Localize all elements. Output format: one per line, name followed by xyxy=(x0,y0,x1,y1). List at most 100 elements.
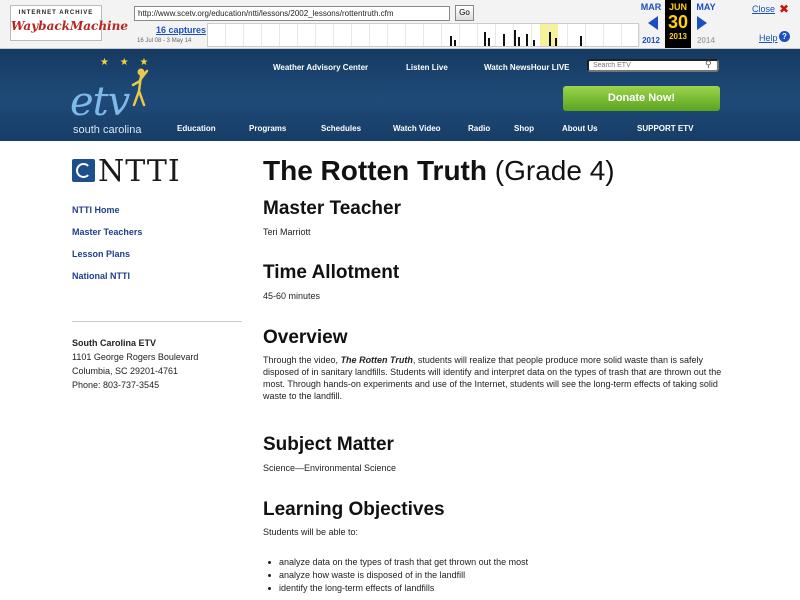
sparkline-column xyxy=(424,24,442,46)
ntti-logo-icon[interactable] xyxy=(72,159,95,182)
next-month: MAY xyxy=(696,2,716,12)
sidebar-link-national-ntti[interactable]: National NTTI xyxy=(72,271,130,281)
etv-logo[interactable]: etv xyxy=(70,79,130,125)
wayback-logo-main: WaybackMachine xyxy=(11,19,128,33)
nav-schedules[interactable]: Schedules xyxy=(321,124,361,133)
sparkline-column xyxy=(496,24,514,46)
sparkline-column xyxy=(568,24,586,46)
sparkline-column xyxy=(550,24,568,46)
sparkline-column xyxy=(388,24,406,46)
address-phone: Phone: 803-737-3545 xyxy=(72,380,160,390)
ntti-logo-text[interactable]: NTTI xyxy=(98,154,181,189)
sparkline-column xyxy=(298,24,316,46)
address-org: South Carolina ETV xyxy=(72,338,157,348)
sparkline-column xyxy=(262,24,280,46)
sparkline-column xyxy=(370,24,388,46)
capture-tick xyxy=(454,40,456,46)
sparkline-column xyxy=(478,24,496,46)
watch-newshour-link[interactable]: Watch NewsHour LIVE xyxy=(484,63,570,72)
wayback-logo[interactable]: INTERNET ARCHIVE WaybackMachine xyxy=(10,5,128,41)
nav-radio[interactable]: Radio xyxy=(468,124,490,133)
address-street: 1101 George Rogers Boulevard xyxy=(72,352,199,362)
sparkline-column xyxy=(244,24,262,46)
address-city: Columbia, SC 29201-4761 xyxy=(72,366,179,376)
sparkline-column xyxy=(586,24,604,46)
current-year: 2013 xyxy=(669,32,687,41)
search-icon[interactable]: ⚲ xyxy=(705,59,712,70)
sparkline-column xyxy=(460,24,478,46)
time-allotment-value: 45-60 minutes xyxy=(263,291,321,301)
prev-month: MAR xyxy=(640,2,662,12)
nav-programs[interactable]: Programs xyxy=(249,124,286,133)
capture-tick xyxy=(488,38,490,46)
sparkline-column xyxy=(226,24,244,46)
sidebar-link-lesson-plans[interactable]: Lesson Plans xyxy=(72,249,130,259)
sidebar-link-master-teachers[interactable]: Master Teachers xyxy=(72,227,142,237)
current-day: 30 xyxy=(667,12,689,32)
listen-live-link[interactable]: Listen Live xyxy=(406,63,448,72)
sparkline-column xyxy=(604,24,622,46)
objectives-list: analyze data on the types of trash that … xyxy=(263,556,733,595)
weather-advisory-link[interactable]: Weather Advisory Center xyxy=(273,63,368,72)
capture-tick xyxy=(514,30,516,46)
sparkline-column xyxy=(208,24,226,46)
sparkline-column xyxy=(316,24,334,46)
list-item: analyze how waste is disposed of in the … xyxy=(263,569,733,582)
sparkline-column xyxy=(352,24,370,46)
page-title-text: The Rotten Truth xyxy=(263,155,487,186)
sparkline-column xyxy=(406,24,424,46)
overview-video-title: The Rotten Truth xyxy=(340,355,413,365)
master-teacher-name: Teri Marriott xyxy=(263,227,311,237)
nav-support-etv[interactable]: SUPPORT ETV xyxy=(637,124,693,133)
overview-heading: Overview xyxy=(263,327,348,348)
capture-tick xyxy=(580,36,582,46)
close-x-icon[interactable]: ✖ xyxy=(779,2,789,16)
time-allotment-heading: Time Allotment xyxy=(263,262,400,283)
help-link[interactable]: Help xyxy=(759,33,778,43)
wayback-toolbar: INTERNET ARCHIVE WaybackMachine Go 16 ca… xyxy=(0,0,800,49)
capture-tick xyxy=(555,38,557,46)
go-button[interactable]: Go xyxy=(455,5,474,21)
sparkline-column xyxy=(334,24,352,46)
master-teacher-heading: Master Teacher xyxy=(263,198,401,219)
page-title-grade: (Grade 4) xyxy=(494,155,615,186)
list-item: identify the long-term effects of landfi… xyxy=(263,582,733,595)
nav-education[interactable]: Education xyxy=(177,124,216,133)
capture-tick xyxy=(484,32,486,46)
captures-range: 16 Jul 08 - 3 May 14 xyxy=(137,38,192,44)
capture-tick xyxy=(518,37,520,46)
prev-year: 2012 xyxy=(642,36,660,45)
person-figure-icon xyxy=(131,68,149,107)
capture-tick xyxy=(526,34,528,46)
calendar-current: JUN 30 2013 xyxy=(665,0,691,48)
capture-sparkline[interactable] xyxy=(207,23,640,47)
sparkline-column xyxy=(514,24,532,46)
calendar-next[interactable]: MAY 2014 xyxy=(694,0,718,48)
capture-tick xyxy=(549,32,551,46)
etv-tagline: south carolina xyxy=(73,124,142,136)
sparkline-column xyxy=(622,24,640,46)
page-title: The Rotten Truth (Grade 4) xyxy=(263,155,615,187)
list-item: analyze data on the types of trash that … xyxy=(263,556,733,569)
question-icon[interactable]: ? xyxy=(779,31,790,42)
capture-tick xyxy=(533,40,535,46)
learning-objectives-heading: Learning Objectives xyxy=(263,499,445,520)
nav-about-us[interactable]: About Us xyxy=(562,124,598,133)
close-link[interactable]: Close xyxy=(752,4,775,14)
current-month: JUN xyxy=(668,2,687,12)
captures-link[interactable]: 16 captures xyxy=(156,25,206,35)
subject-matter-value: Science—Environmental Science xyxy=(263,463,397,473)
sidebar-divider xyxy=(72,321,242,322)
search-input[interactable] xyxy=(587,59,719,72)
nav-shop[interactable]: Shop xyxy=(514,124,534,133)
nav-watch-video[interactable]: Watch Video xyxy=(393,124,441,133)
wayback-url-input[interactable] xyxy=(134,6,450,21)
capture-tick xyxy=(450,36,452,46)
calendar-prev[interactable]: MAR 2012 xyxy=(640,0,662,48)
wayback-logo-top: INTERNET ARCHIVE xyxy=(18,10,94,16)
donate-button[interactable]: Donate Now! xyxy=(563,86,720,111)
etv-header: ★ ★ ★ etv south carolina Weather Advisor… xyxy=(0,49,800,141)
sidebar-link-ntti-home[interactable]: NTTI Home xyxy=(72,205,120,215)
sparkline-column xyxy=(280,24,298,46)
subject-matter-heading: Subject Matter xyxy=(263,434,394,455)
